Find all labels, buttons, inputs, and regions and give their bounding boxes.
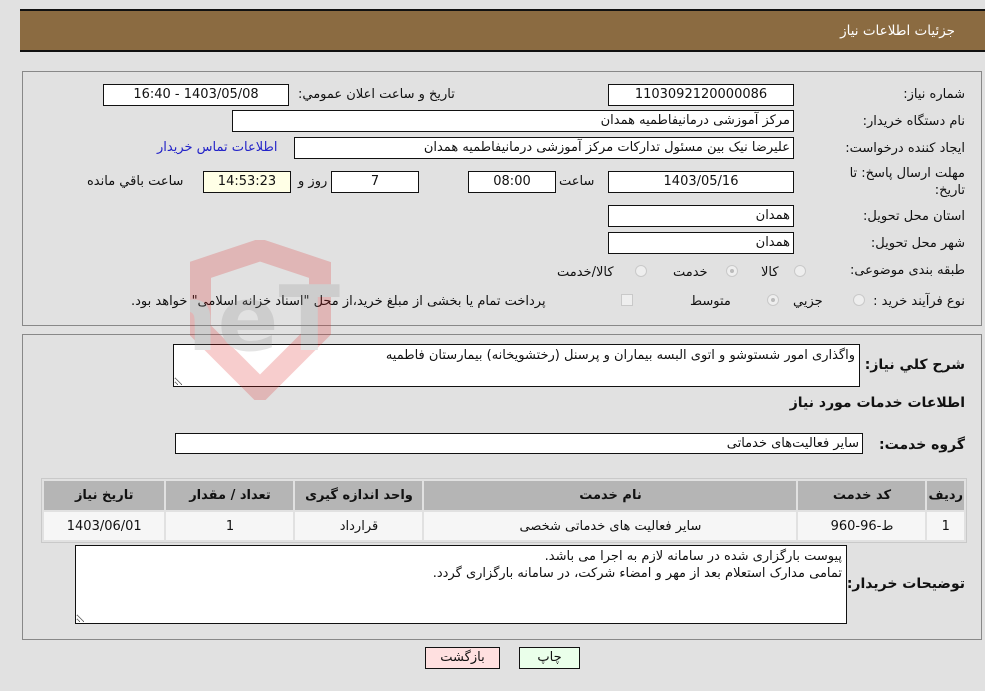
buyer-org-label: نام دستگاه خریدار:	[862, 114, 965, 129]
requester-field[interactable]: علیرضا نیک بین مسئول تدارکات مرکز آموزشی…	[294, 137, 794, 159]
buyer-notes-textarea[interactable]: پیوست بارگزاری شده در سامانه لازم به اجر…	[75, 545, 847, 624]
requester-label: ایجاد کننده درخواست:	[845, 141, 965, 156]
print-button[interactable]: چاپ	[519, 647, 580, 669]
deadline-time-field[interactable]: 08:00	[468, 171, 556, 193]
process-partial-radio[interactable]	[853, 294, 865, 306]
buyer-contact-link[interactable]: اطلاعات تماس خریدار	[157, 140, 277, 155]
deadline-date-field[interactable]: 1403/05/16	[608, 171, 794, 193]
deadline-label: مهلت ارسال پاسخ: تا تاریخ:	[849, 166, 965, 198]
buyer-org-field[interactable]: مرکز آموزشی درمانیفاطمیه همدان	[232, 110, 794, 132]
process-medium-label: متوسط	[690, 294, 731, 309]
need-number-field[interactable]: 1103092120000086	[608, 84, 794, 106]
col-header-row-number: ردیف	[927, 481, 964, 510]
province-label: استان محل تحویل:	[863, 209, 965, 224]
summary-label: شرح كلي نياز:	[864, 357, 965, 373]
cell-service-name: سایر فعالیت های خدماتی شخصی	[424, 512, 797, 540]
city-field[interactable]: همدان	[608, 232, 794, 254]
cell-need-date: 1403/06/01	[44, 512, 165, 540]
buyer-notes-label: توضیحات خریدار:	[846, 576, 965, 592]
summary-textarea[interactable]: واگذاری امور شستوشو و اتوی البسه بیماران…	[173, 344, 860, 387]
process-label: نوع فرآیند خرید :	[873, 294, 965, 309]
category-goods-label: کالا	[761, 265, 779, 280]
services-section-title: اطلاعات خدمات مورد نیاز	[789, 395, 965, 411]
services-panel: شرح كلي نياز: واگذاری امور شستوشو و اتوی…	[22, 334, 982, 640]
col-header-service-name: نام خدمت	[424, 481, 797, 510]
deadline-time-label: ساعت	[559, 174, 595, 189]
days-label: روز و	[298, 174, 328, 189]
page-header: جزئیات اطلاعات نیاز	[20, 9, 985, 52]
col-header-service-code: کد خدمت	[798, 481, 926, 510]
service-group-field[interactable]: سایر فعالیت‌های خدماتی	[175, 433, 863, 454]
category-label: طبقه بندی موضوعی:	[849, 263, 965, 278]
province-field[interactable]: همدان	[608, 205, 794, 227]
category-goods-radio[interactable]	[794, 265, 806, 277]
col-header-unit: واحد اندازه گیری	[295, 481, 423, 510]
back-button[interactable]: بازگشت	[425, 647, 500, 669]
cell-row-number: 1	[927, 512, 964, 540]
services-table: ردیف کد خدمت نام خدمت واحد اندازه گیری ت…	[41, 478, 967, 543]
category-both-radio[interactable]	[635, 265, 647, 277]
details-panel: شماره نیاز: 1103092120000086 تاریخ و ساع…	[22, 71, 982, 326]
remaining-label: ساعت باقي مانده	[87, 174, 184, 189]
treasury-note: پرداخت تمام یا بخشی از مبلغ خرید،از محل …	[131, 294, 546, 309]
table-header-row: ردیف کد خدمت نام خدمت واحد اندازه گیری ت…	[44, 481, 964, 510]
category-service-label: خدمت	[673, 265, 708, 280]
cell-unit: قرارداد	[295, 512, 423, 540]
announce-label: تاریخ و ساعت اعلان عمومي:	[298, 87, 455, 102]
treasury-checkbox[interactable]	[621, 294, 633, 306]
announce-datetime-field[interactable]: 1403/05/08 - 16:40	[103, 84, 289, 106]
category-service-radio[interactable]	[726, 265, 738, 277]
cell-service-code: ط-96-960	[798, 512, 926, 540]
city-label: شهر محل تحویل:	[870, 236, 965, 251]
need-number-label: شماره نیاز:	[903, 87, 965, 102]
process-partial-label: جزیي	[793, 294, 823, 309]
days-field[interactable]: 7	[331, 171, 419, 193]
col-header-quantity: تعداد / مقدار	[166, 481, 294, 510]
remaining-time-field: 14:53:23	[203, 171, 291, 193]
table-row: 1 ط-96-960 سایر فعالیت های خدماتی شخصی ق…	[44, 512, 964, 540]
cell-quantity: 1	[166, 512, 294, 540]
page-title: جزئیات اطلاعات نیاز	[840, 23, 955, 39]
category-both-label: کالا/خدمت	[557, 265, 614, 280]
service-group-label: گروه خدمت:	[879, 437, 965, 453]
process-medium-radio[interactable]	[767, 294, 779, 306]
col-header-need-date: تاریخ نیاز	[44, 481, 165, 510]
